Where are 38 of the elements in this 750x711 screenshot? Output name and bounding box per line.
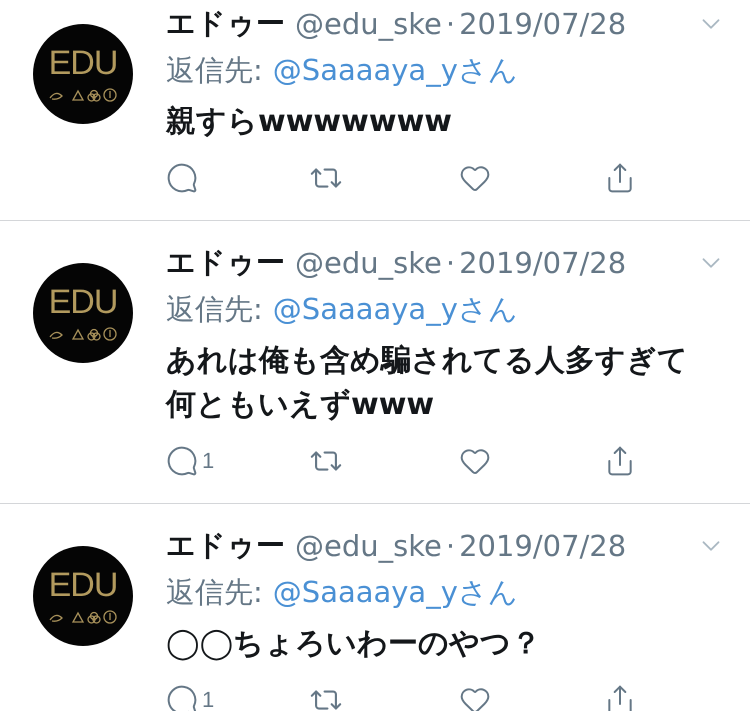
reply-count: 1	[202, 448, 214, 474]
tweet-text: あれは俺も含め騙されてる人多すぎて何ともいえずwww	[166, 342, 689, 424]
reply-to-link[interactable]: @Saaaaya_yさん	[272, 51, 518, 91]
avatar[interactable]: EDU	[33, 24, 133, 124]
separator-dot: ·	[446, 246, 456, 280]
user-name: エドゥー	[166, 527, 285, 564]
speech-bubble-icon	[166, 162, 198, 194]
user-handle: @edu_ske	[295, 529, 442, 563]
symbols-icon	[48, 88, 118, 102]
separator-dot: ·	[446, 7, 456, 41]
user-name: エドゥー	[166, 5, 285, 42]
symbols-icon	[48, 610, 118, 624]
reply-to-link[interactable]: @Saaaaya_yさん	[272, 290, 518, 330]
separator-dot: ·	[446, 529, 456, 563]
avatar[interactable]: EDU	[33, 263, 133, 363]
tweet-text: ◯◯ちょろいわーのやつ？	[166, 625, 542, 663]
avatar-logo-text: EDU	[48, 568, 118, 602]
reply-to-link[interactable]: @Saaaaya_yさん	[272, 573, 518, 613]
avatar-logo-text: EDU	[48, 285, 118, 319]
user-handle: @edu_ske	[295, 246, 442, 280]
reply-label: 返信先:	[166, 291, 263, 328]
avatar[interactable]: EDU	[33, 546, 133, 646]
reply-button[interactable]	[166, 162, 198, 194]
tweet-text: 親すらwwwwwww	[166, 103, 454, 141]
tweet-date: 2019/07/28	[459, 529, 626, 563]
user-name: エドゥー	[166, 244, 285, 281]
reply-button[interactable]: 1	[166, 684, 214, 711]
reply-label: 返信先:	[166, 52, 263, 89]
user-handle: @edu_ske	[295, 7, 442, 41]
tweet-date: 2019/07/28	[459, 246, 626, 280]
reply-label: 返信先:	[166, 574, 263, 611]
reply-button[interactable]: 1	[166, 445, 214, 477]
reply-count: 1	[202, 687, 214, 711]
tweet-date: 2019/07/28	[459, 7, 626, 41]
speech-bubble-icon	[166, 684, 198, 711]
avatar-logo-text: EDU	[48, 46, 118, 80]
symbols-icon	[48, 327, 118, 341]
speech-bubble-icon	[166, 445, 198, 477]
